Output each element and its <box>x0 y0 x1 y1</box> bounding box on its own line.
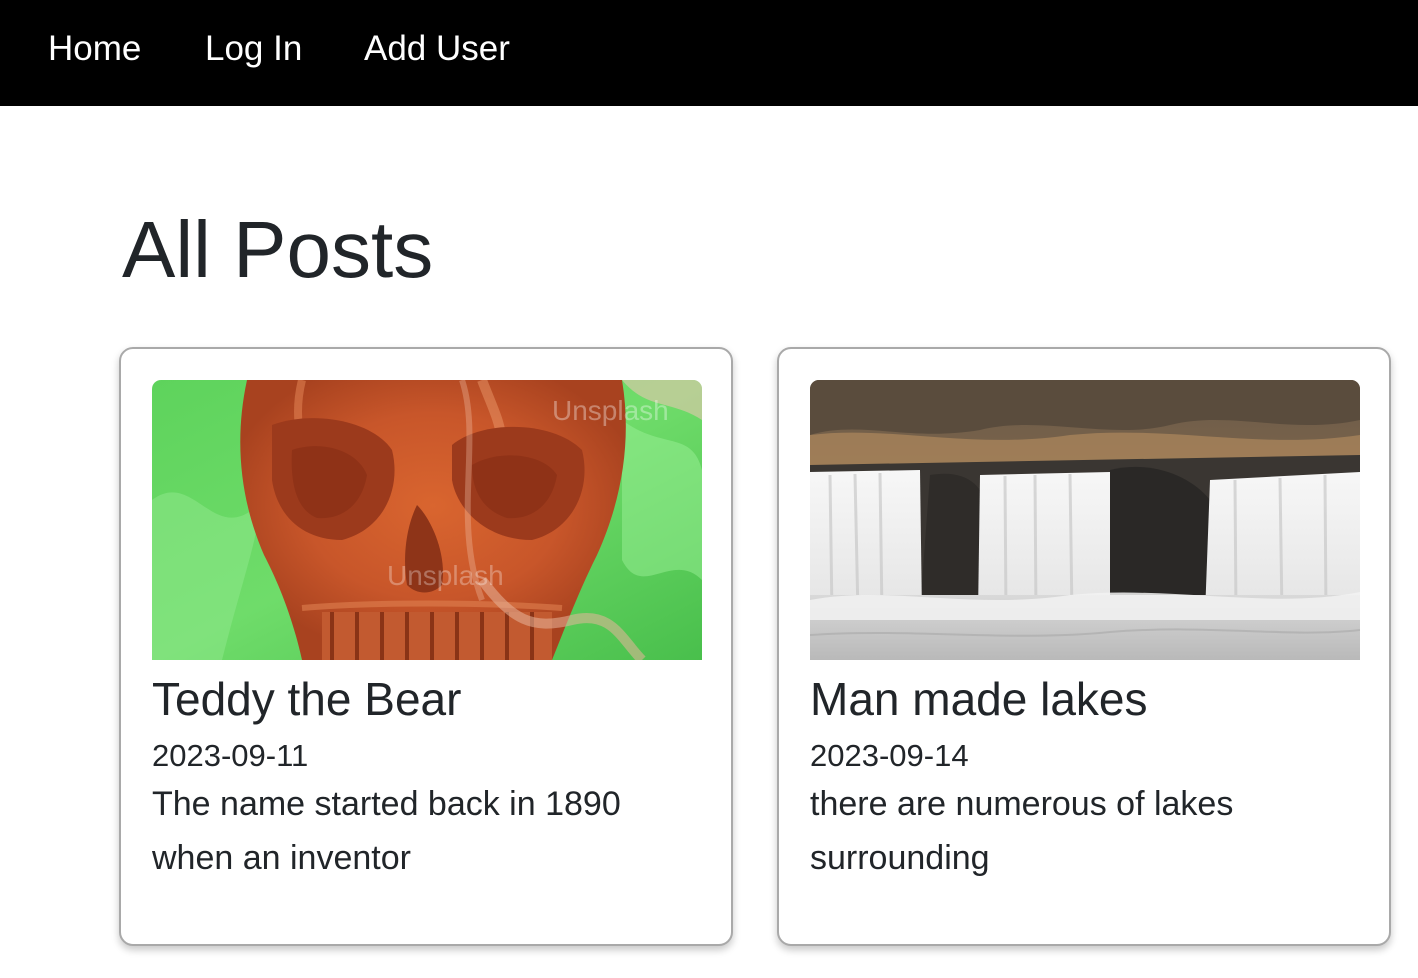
nav-login-link[interactable]: Log In <box>205 26 302 72</box>
watermark-text: Unsplash <box>552 395 669 426</box>
post-title[interactable]: Teddy the Bear <box>152 672 461 726</box>
post-image-waterfall <box>810 380 1360 660</box>
post-excerpt: The name started back in 1890 when an in… <box>152 785 621 877</box>
post-card[interactable]: Unsplash Unsplash Teddy the Bear 2023-09… <box>119 347 733 946</box>
post-title[interactable]: Man made lakes <box>810 672 1148 726</box>
post-date: 2023-09-11 <box>152 738 309 773</box>
post-image-skull: Unsplash Unsplash <box>152 380 702 660</box>
post-card[interactable]: Man made lakes 2023-09-14 there are nume… <box>777 347 1391 946</box>
post-date: 2023-09-14 <box>810 738 969 773</box>
nav-home-link[interactable]: Home <box>48 26 141 72</box>
nav-add-user-link[interactable]: Add User <box>364 26 510 72</box>
watermark-text: Unsplash <box>387 560 504 591</box>
post-excerpt: there are numerous of lakes surrounding <box>810 785 1234 877</box>
page-title: All Posts <box>122 205 434 294</box>
top-navbar: Home Log In Add User <box>0 0 1418 106</box>
